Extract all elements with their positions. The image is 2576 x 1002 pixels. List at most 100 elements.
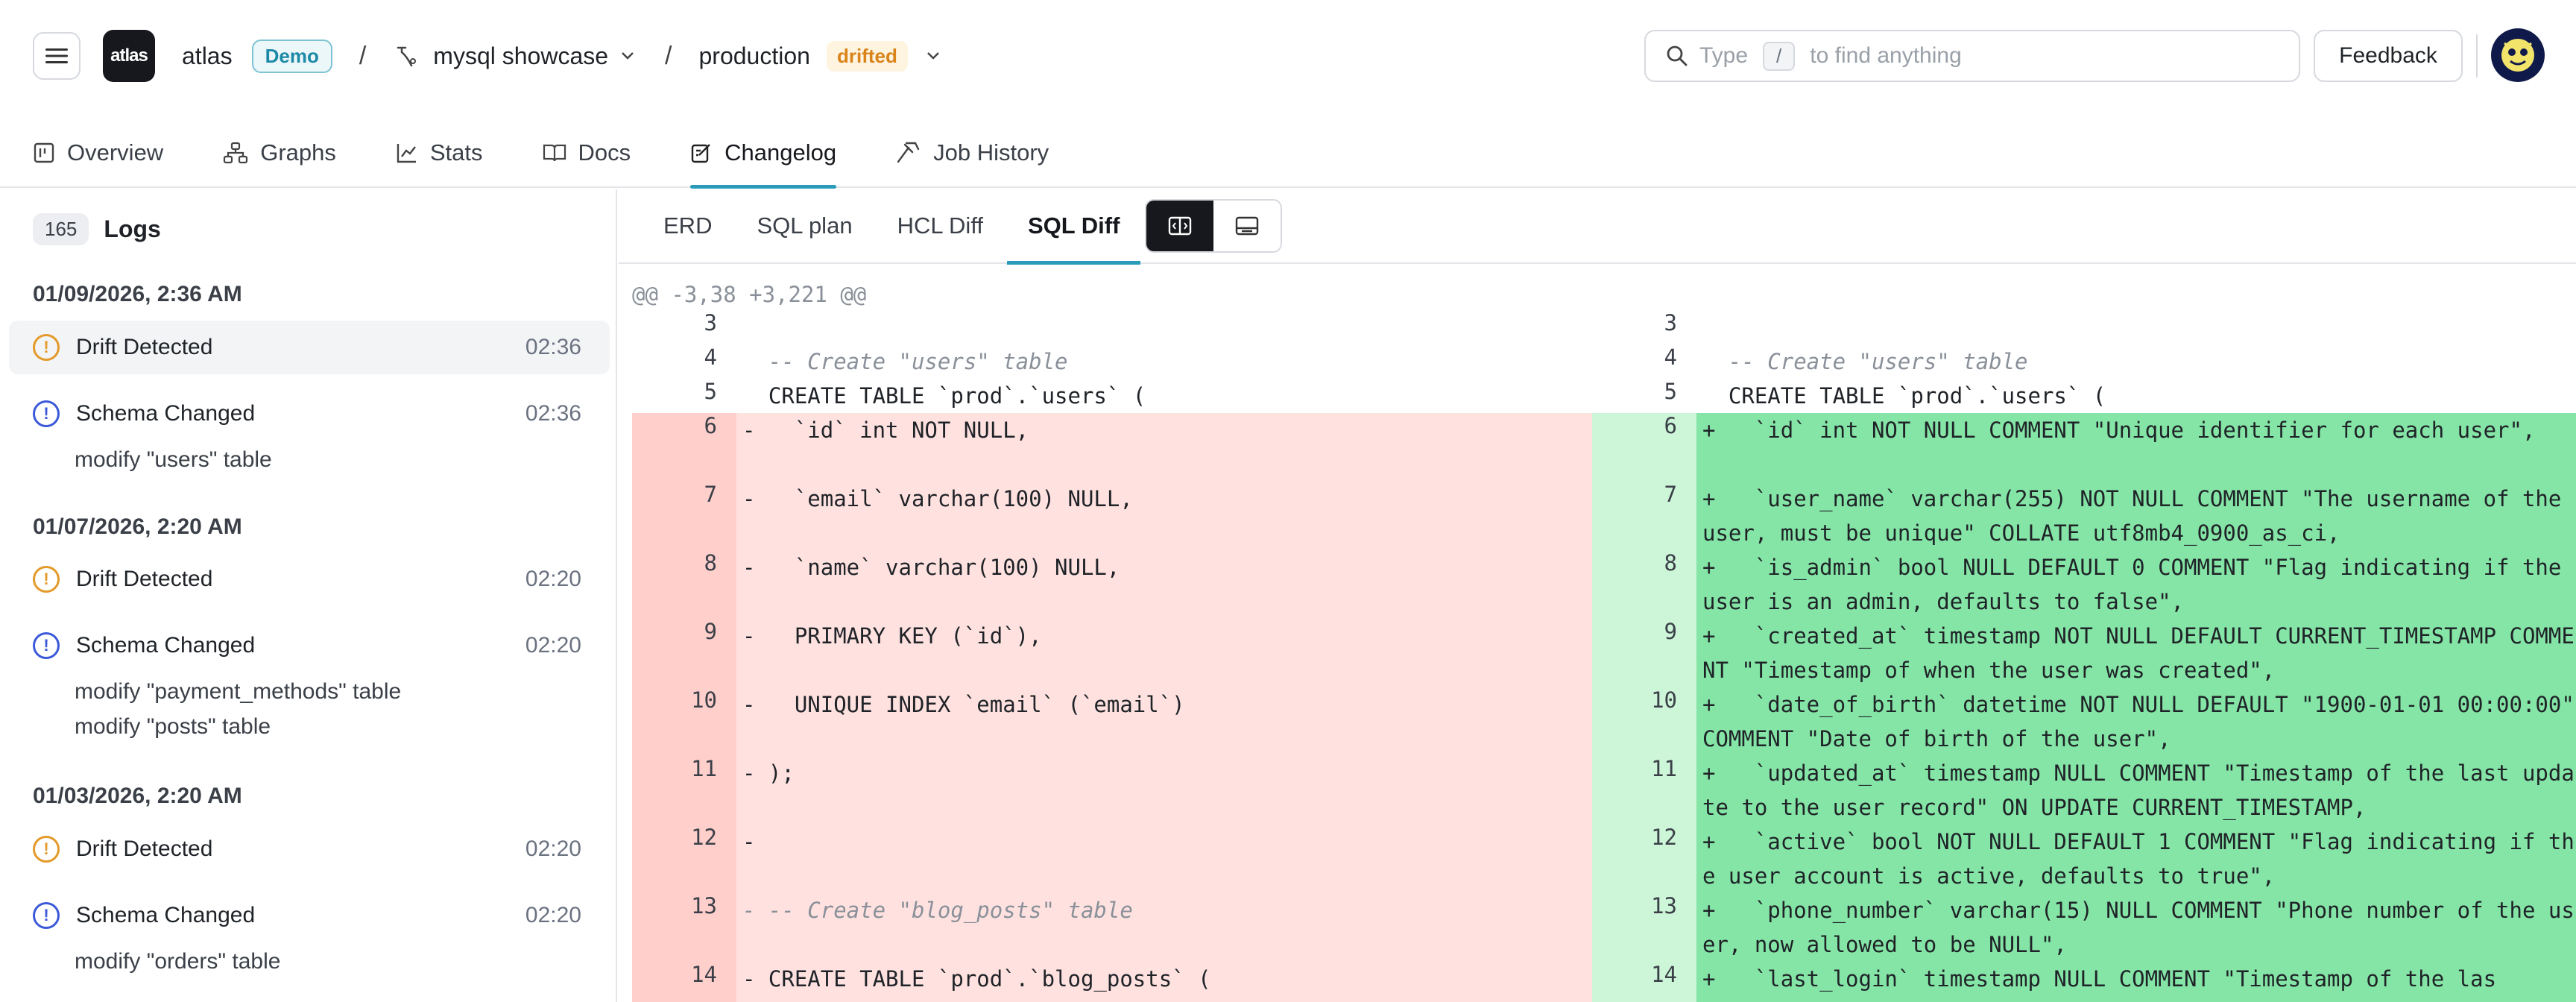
tab-hcl-diff[interactable]: HCL Diff	[897, 189, 983, 263]
avatar[interactable]	[2491, 28, 2545, 82]
line-code: - );	[742, 760, 795, 786]
tab-sql-diff[interactable]: SQL Diff	[1006, 189, 1141, 265]
chevron-down-icon[interactable]	[923, 45, 944, 66]
log-item-time: 02:36	[525, 401, 581, 426]
diff-line-added: 6 + `id` int NOT NULL COMMENT "Unique ide…	[1592, 413, 2576, 482]
log-item-detail: modify "posts" table	[75, 714, 271, 739]
tab-sql-plan[interactable]: SQL plan	[757, 189, 852, 263]
line-code: + `updated_at` timestamp NULL COMMENT "T…	[1696, 756, 2576, 825]
line-number: 9	[1592, 619, 1696, 687]
project-selector[interactable]: mysql showcase	[433, 42, 608, 70]
docs-icon	[543, 144, 566, 162]
logs-sidebar: 165 Logs 01/09/2026, 2:36 AM ! Drift Det…	[0, 189, 617, 1002]
diff-line-new: 5 CREATE TABLE `prod`.`users` (	[1592, 379, 2576, 413]
log-item-time: 02:20	[525, 567, 581, 591]
hamburger-menu-button[interactable]	[33, 32, 80, 80]
diff-line-added: 9 + `created_at` timestamp NOT NULL DEFAU…	[1592, 619, 2576, 687]
split-view-button[interactable]	[1146, 201, 1214, 251]
diff-line-added: 11 + `updated_at` timestamp NULL COMMENT …	[1592, 756, 2576, 825]
stats-icon	[397, 144, 416, 163]
diff-line-removed: 8- `name` varchar(100) NULL,	[632, 550, 1592, 619]
diff-line-removed: 14- CREATE TABLE `prod`.`blog_posts` (	[632, 962, 1592, 1002]
log-item-drift[interactable]: ! Drift Detected 02:36	[9, 321, 610, 374]
warning-icon: !	[33, 566, 60, 593]
log-item-time: 02:20	[525, 903, 581, 927]
diff-panel: ERD SQL plan HCL Diff SQL Diff @@ -3,38 …	[619, 189, 2576, 1002]
log-item-drift[interactable]: ! Drift Detected 02:20	[9, 552, 610, 606]
line-number: 3	[1664, 310, 1677, 335]
diff-line-removed: 13- -- Create "blog_posts" table	[632, 893, 1592, 962]
line-code: + `id` int NOT NULL COMMENT "Unique iden…	[1696, 413, 2576, 482]
main-nav: Overview Graphs Stats Docs Changelog Job…	[0, 119, 2576, 189]
line-code: + `active` bool NOT NULL DEFAULT 1 COMME…	[1696, 825, 2576, 893]
diff-line-removed: 11- );	[632, 756, 1592, 825]
diff-line-new: 4 -- Create "users" table	[1592, 344, 2576, 379]
log-item-drift[interactable]: ! Drift Detected 02:20	[9, 822, 610, 876]
line-number: 8	[1592, 550, 1696, 619]
log-item-time: 02:36	[525, 335, 581, 359]
project-icon	[393, 41, 423, 71]
log-date-heading: 01/03/2026, 2:20 AM	[33, 784, 242, 808]
breadcrumb-separator: /	[665, 41, 672, 70]
log-item-schema[interactable]: ! Schema Changed 02:20	[9, 889, 610, 942]
diff-line-added: 8 + `is_admin` bool NULL DEFAULT 0 COMMEN…	[1592, 550, 2576, 619]
line-code: CREATE TABLE `prod`.`users` (	[1702, 383, 2106, 409]
search-input[interactable]: Type / to find anything	[1644, 30, 2300, 82]
diff-line-added: 10 + `date_of_birth` datetime NOT NULL DE…	[1592, 687, 2576, 756]
diff-line-old: 3	[632, 310, 1592, 344]
line-number: 14	[632, 962, 736, 1002]
line-number: 13	[1592, 893, 1696, 962]
search-shortcut-key: /	[1763, 41, 1796, 71]
drifted-badge: drifted	[826, 40, 908, 72]
search-placeholder-suffix: to find anything	[1810, 43, 1962, 68]
log-item-label: Drift Detected	[76, 567, 213, 591]
diff-line-removed: 10- UNIQUE INDEX `email` (`email`)	[632, 687, 1592, 756]
line-code: + `date_of_birth` datetime NOT NULL DEFA…	[1696, 687, 2576, 756]
atlas-logo[interactable]: atlas	[103, 30, 155, 82]
line-number: 5	[704, 379, 717, 404]
tab-overview[interactable]: Overview	[33, 119, 163, 187]
line-number: 4	[704, 344, 717, 370]
diff-line-added: 14 + `last_login` timestamp NULL COMMENT …	[1592, 962, 2576, 1002]
log-item-schema[interactable]: ! Schema Changed 02:36	[9, 387, 610, 441]
hamburger-icon	[45, 48, 68, 63]
line-number: 3	[704, 310, 717, 335]
tab-label: Graphs	[260, 139, 336, 166]
tab-stats[interactable]: Stats	[396, 119, 483, 187]
search-placeholder-prefix: Type	[1699, 43, 1749, 68]
line-number: 14	[1592, 962, 1696, 1002]
tab-erd[interactable]: ERD	[663, 189, 712, 263]
line-number: 6	[632, 413, 736, 482]
line-code: CREATE TABLE `prod`.`users` (	[742, 383, 1146, 409]
environment-selector[interactable]: production	[699, 42, 810, 70]
log-date-heading: 01/09/2026, 2:36 AM	[33, 282, 242, 306]
line-code: + `last_login` timestamp NULL COMMENT "T…	[1696, 962, 2576, 1002]
changelog-icon	[691, 144, 711, 163]
line-number: 6	[1592, 413, 1696, 482]
log-item-label: Schema Changed	[76, 903, 256, 927]
line-number: 13	[632, 893, 736, 962]
org-name[interactable]: atlas	[182, 42, 233, 70]
chevron-down-icon[interactable]	[617, 45, 638, 66]
line-number: 8	[632, 550, 736, 619]
top-bar: atlas atlas Demo / mysql showcase / prod…	[0, 0, 2576, 112]
unified-view-icon	[1236, 216, 1259, 236]
log-item-label: Schema Changed	[76, 401, 256, 426]
tab-docs[interactable]: Docs	[543, 119, 631, 187]
overview-icon	[34, 142, 54, 163]
logs-header: 165 Logs	[33, 213, 161, 245]
diff-line-old: 4 -- Create "users" table	[632, 344, 1592, 379]
tab-changelog[interactable]: Changelog	[690, 119, 836, 189]
tab-graphs[interactable]: Graphs	[223, 119, 336, 187]
unified-view-button[interactable]	[1213, 201, 1281, 251]
feedback-button[interactable]: Feedback	[2314, 30, 2463, 82]
hunk-header: @@ -3,38 +3,221 @@	[632, 282, 867, 307]
diff-view-toggle	[1145, 199, 1283, 253]
line-number: 10	[632, 687, 736, 756]
log-item-schema[interactable]: ! Schema Changed 02:20	[9, 619, 610, 672]
split-view-icon	[1169, 216, 1192, 236]
tab-job-history[interactable]: Job History	[896, 119, 1049, 187]
line-number: 11	[1592, 756, 1696, 825]
